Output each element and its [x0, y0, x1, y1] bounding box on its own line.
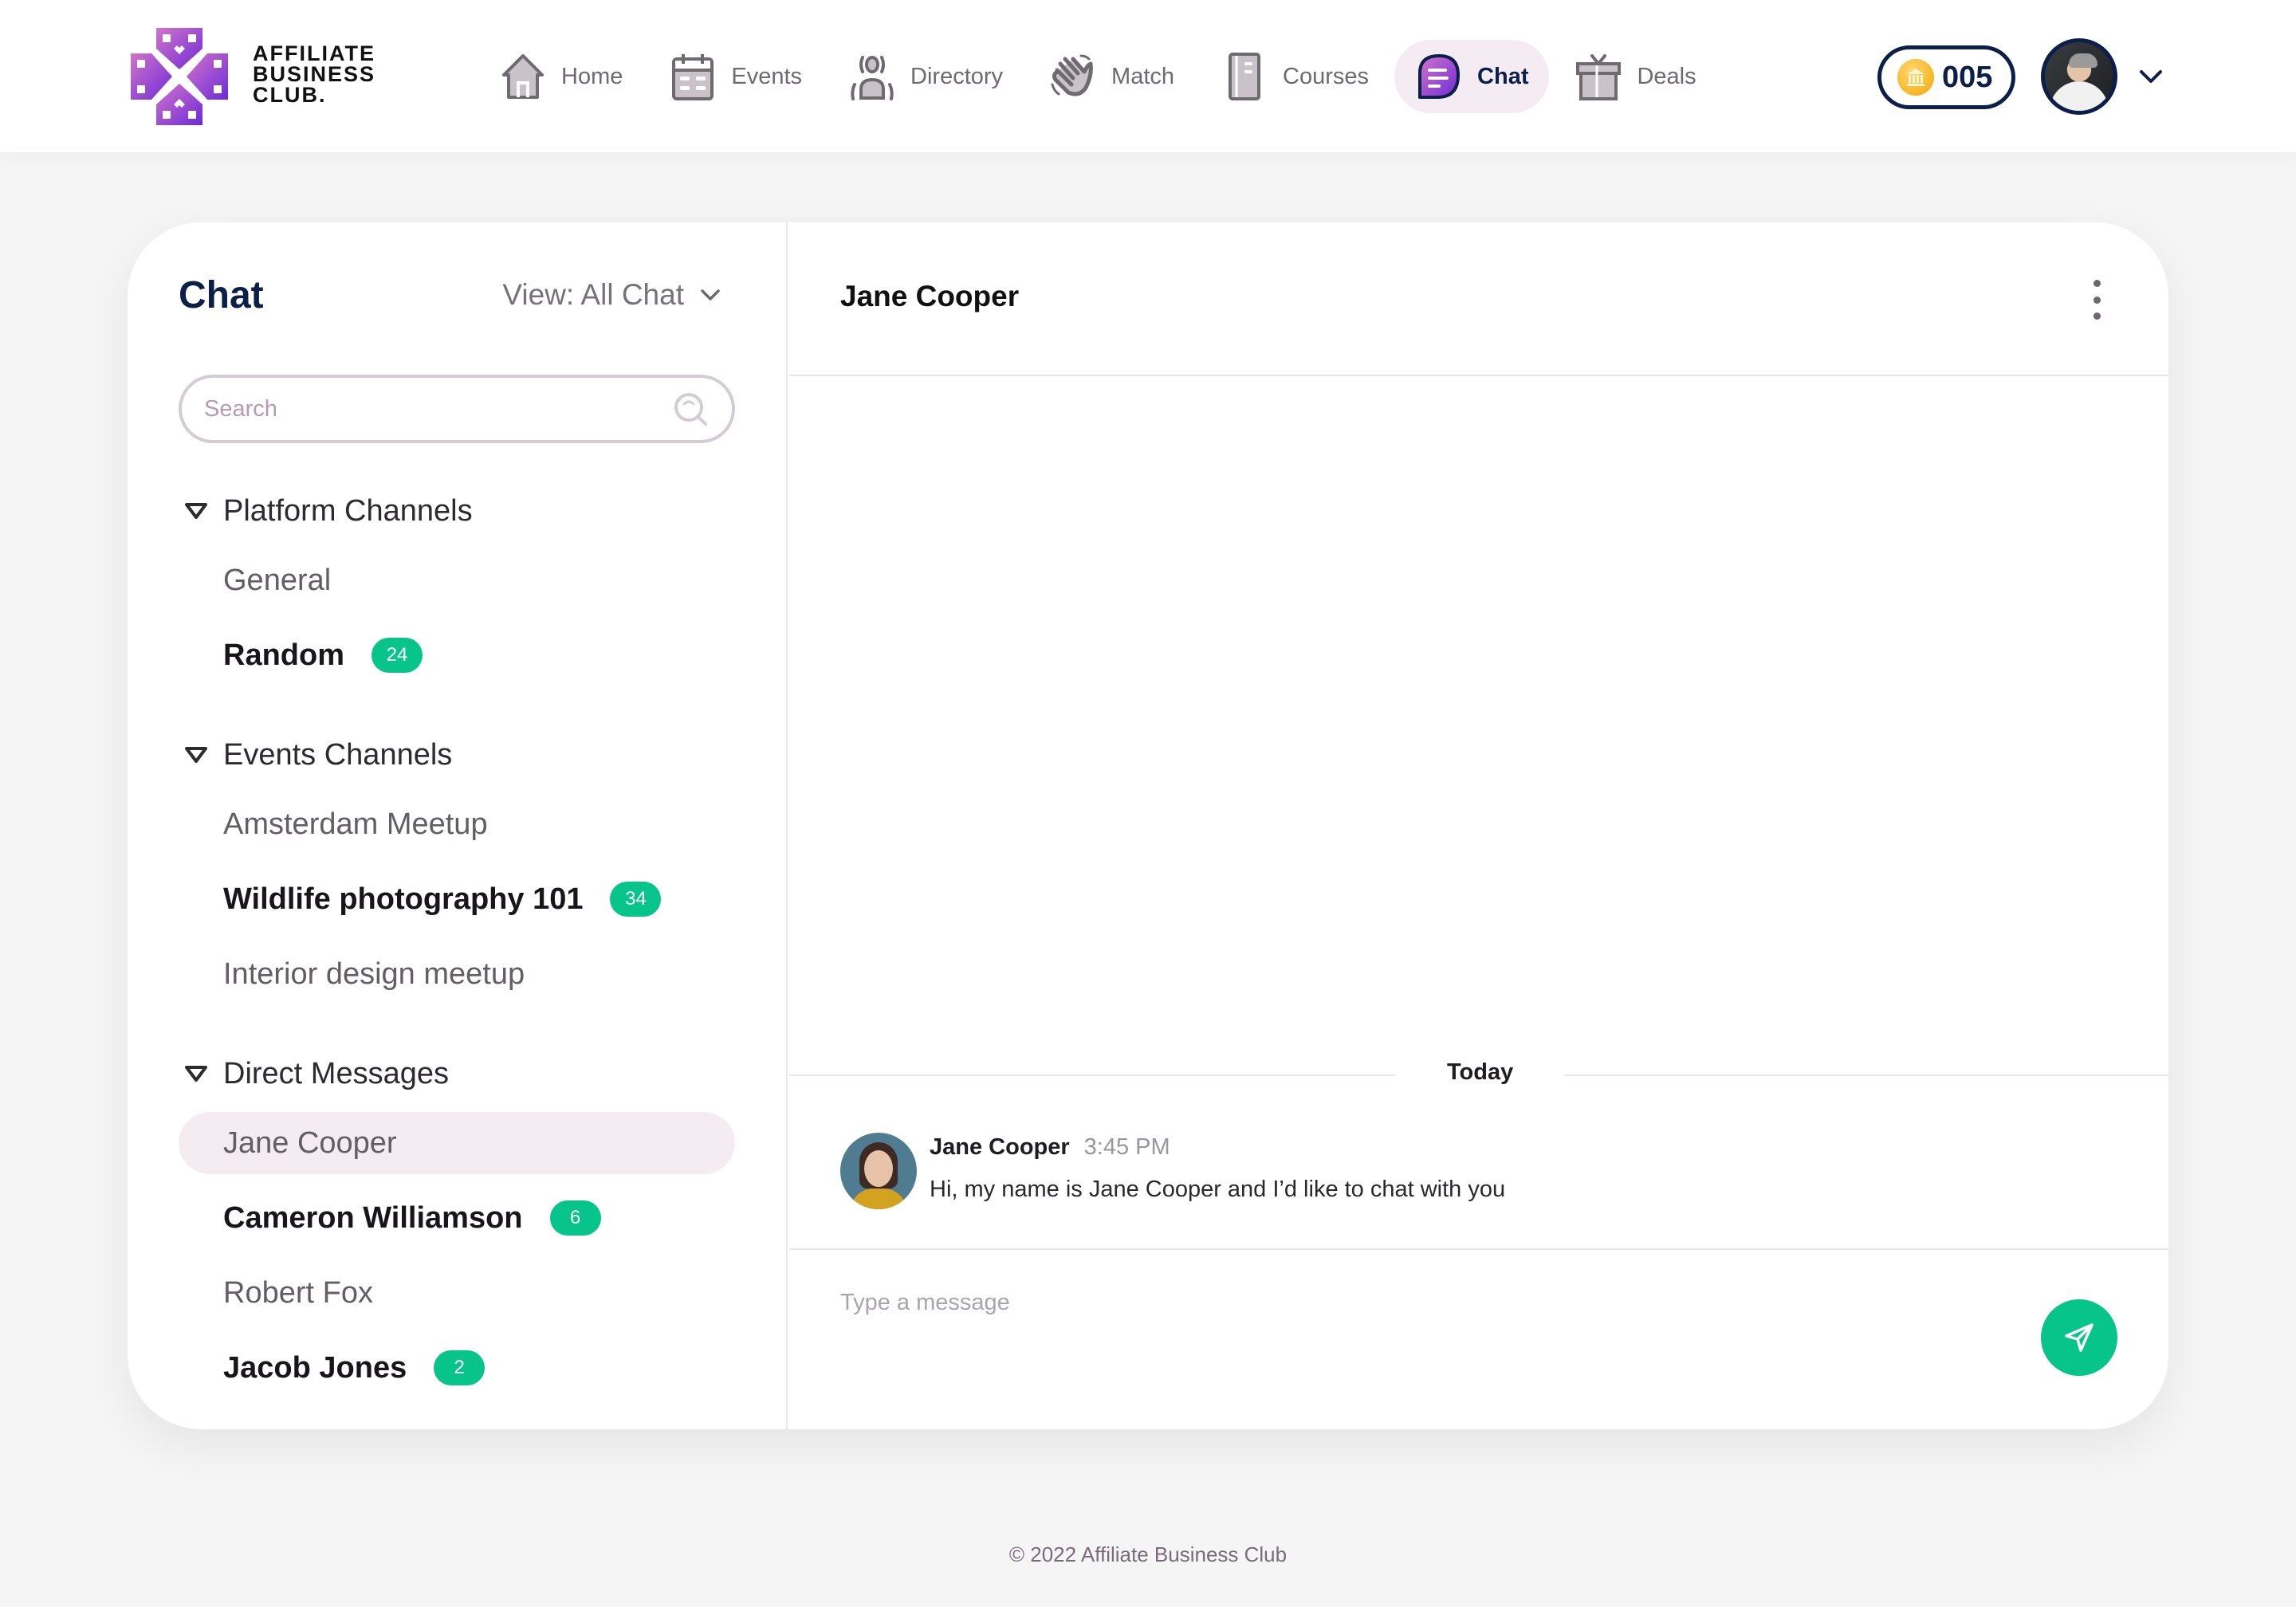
channel-item-amsterdam-meetup[interactable]: Amsterdam Meetup	[179, 793, 735, 855]
sender-avatar[interactable]	[840, 1133, 917, 1209]
channel-label: Robert Fox	[223, 1275, 373, 1310]
group-toggle-events-channels[interactable]: Events Channels	[179, 729, 735, 780]
day-separator: Today	[789, 1059, 2168, 1091]
channel-label: Interior design meetup	[223, 957, 525, 991]
dm-item-cameron-williamson[interactable]: Cameron Williamson 6	[179, 1187, 735, 1249]
conversation-header: Jane Cooper	[789, 222, 2168, 376]
brand-name: AFFILIATE BUSINESS CLUB.	[253, 41, 376, 107]
nav-label: Home	[561, 63, 623, 89]
nav-item-match[interactable]: Match	[1028, 40, 1195, 113]
nav-item-events[interactable]: Events	[648, 40, 823, 113]
group-label: Direct Messages	[223, 1056, 449, 1090]
conversation-panel: Jane Cooper Today Jane Cooper 3:45 PM Hi…	[789, 222, 2168, 1429]
send-button[interactable]	[2041, 1299, 2117, 1376]
dm-item-jane-cooper[interactable]: Jane Cooper	[179, 1112, 735, 1174]
channel-group-platform: Platform Channels General Random 24	[179, 485, 735, 686]
channel-group-events: Events Channels Amsterdam Meetup Wildlif…	[179, 729, 735, 1005]
coin-count: 005	[1942, 60, 1993, 94]
footer-copyright: © 2022 Affiliate Business Club	[1008, 1542, 1288, 1566]
chat-bubble-icon	[1415, 53, 1463, 100]
view-filter-dropdown[interactable]: View: All Chat	[502, 278, 722, 312]
channel-label: Random	[223, 638, 344, 672]
message-text: Hi, my name is Jane Cooper and I’d like …	[930, 1177, 1506, 1202]
nav-item-chat[interactable]: Chat	[1394, 40, 1550, 113]
nav-label: Chat	[1477, 63, 1529, 89]
dm-item-jacob-jones[interactable]: Jacob Jones 2	[179, 1337, 735, 1399]
bank-coin-icon	[1897, 59, 1934, 96]
send-icon	[2065, 1323, 2094, 1352]
group-label: Platform Channels	[223, 493, 473, 528]
caret-down-icon	[185, 1066, 207, 1082]
unread-badge: 34	[610, 882, 662, 917]
caret-down-icon	[185, 747, 207, 763]
sidebar-title: Chat	[179, 274, 264, 316]
unread-badge: 2	[434, 1350, 486, 1385]
nav-item-deals[interactable]: Deals	[1554, 40, 1716, 113]
channel-label: Jane Cooper	[223, 1126, 397, 1160]
dm-item-robert-fox[interactable]: Robert Fox	[179, 1262, 735, 1324]
more-options-icon[interactable]	[2089, 280, 2105, 320]
group-toggle-direct-messages[interactable]: Direct Messages	[179, 1048, 735, 1099]
nav-label: Directory	[910, 63, 1004, 89]
nav-label: Courses	[1283, 63, 1370, 89]
group-label: Events Channels	[223, 737, 453, 772]
main-nav: Home Events Directory Match Courses Chat…	[478, 40, 1722, 113]
directory-icon	[848, 53, 896, 100]
search-field	[179, 375, 735, 443]
home-icon	[499, 53, 547, 100]
search-icon[interactable]	[671, 390, 710, 428]
coin-balance[interactable]: 005	[1877, 45, 2015, 109]
nav-item-courses[interactable]: Courses	[1200, 40, 1390, 113]
nav-item-home[interactable]: Home	[478, 40, 643, 113]
avatar-face	[864, 1150, 893, 1187]
nav-label: Deals	[1637, 63, 1696, 89]
nav-label: Match	[1111, 63, 1175, 89]
unread-badge: 24	[372, 638, 423, 673]
search-input[interactable]	[204, 395, 671, 422]
brand-name-line: AFFILIATE	[253, 41, 375, 65]
message-author: Jane Cooper	[930, 1134, 1070, 1160]
nav-item-directory[interactable]: Directory	[828, 40, 1024, 113]
channel-item-wildlife-photography[interactable]: Wildlife photography 101 34	[179, 868, 735, 930]
nav-label: Events	[731, 63, 803, 89]
channel-group-direct-messages: Direct Messages Jane Cooper Cameron Will…	[179, 1048, 735, 1399]
channel-label: Cameron Williamson	[223, 1200, 523, 1235]
conversation-title: Jane Cooper	[840, 280, 1020, 312]
avatar-hair	[2069, 53, 2097, 68]
affiliate-club-logo[interactable]	[128, 25, 231, 128]
message-time: 3:45 PM	[1083, 1134, 1170, 1160]
waving-hand-icon	[1049, 53, 1097, 100]
message-item: Jane Cooper 3:45 PM Hi, my name is Jane …	[840, 1133, 1505, 1209]
divider	[789, 1075, 1395, 1076]
calendar-icon	[669, 53, 717, 100]
channel-groups: Platform Channels General Random 24 Event…	[179, 485, 735, 1399]
chevron-down-icon[interactable]	[2137, 62, 2165, 91]
book-icon	[1221, 53, 1268, 100]
divider	[1564, 1075, 2168, 1076]
chevron-down-icon	[701, 289, 720, 301]
view-filter-label: View: All Chat	[502, 278, 684, 311]
channel-item-random[interactable]: Random 24	[179, 624, 735, 686]
chat-card: Chat View: All Chat Platform Channels Ge…	[128, 222, 2168, 1429]
channel-item-general[interactable]: General	[179, 549, 735, 611]
top-header: AFFILIATE BUSINESS CLUB. Home Events Dir…	[0, 0, 2296, 152]
unread-badge: 6	[549, 1200, 601, 1236]
message-input[interactable]	[840, 1290, 1956, 1316]
brand-name-line: CLUB.	[253, 83, 327, 107]
gift-icon	[1575, 53, 1622, 100]
caret-down-icon	[185, 503, 207, 519]
channel-item-interior-design[interactable]: Interior design meetup	[179, 943, 735, 1005]
brand-name-line: BUSINESS	[253, 62, 376, 86]
day-label: Today	[1447, 1059, 1514, 1085]
avatar-shirt	[850, 1189, 907, 1209]
message-composer	[789, 1248, 2168, 1429]
group-toggle-platform-channels[interactable]: Platform Channels	[179, 485, 735, 536]
chat-sidebar: Chat View: All Chat Platform Channels Ge…	[128, 222, 788, 1429]
channel-label: Jacob Jones	[223, 1350, 407, 1385]
channel-label: General	[223, 563, 332, 597]
user-avatar[interactable]	[2041, 38, 2117, 115]
channel-label: Wildlife photography 101	[223, 882, 584, 916]
channel-label: Amsterdam Meetup	[223, 807, 488, 841]
